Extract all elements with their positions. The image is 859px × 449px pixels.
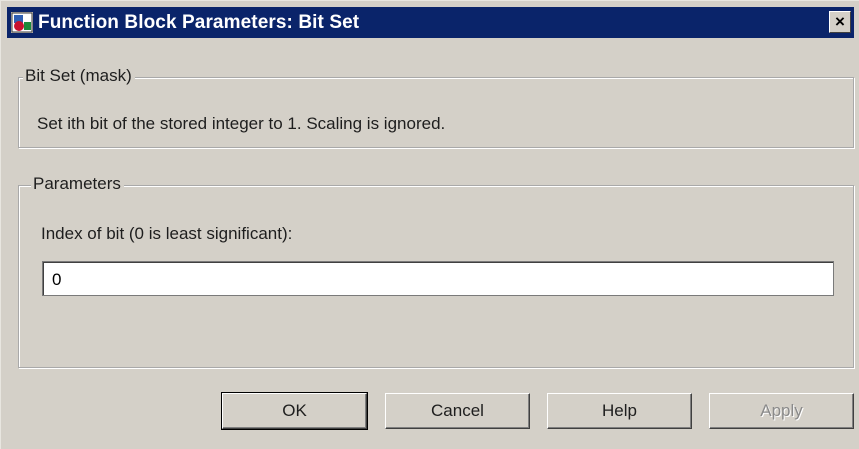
title-bar[interactable]: Function Block Parameters: Bit Set × bbox=[7, 7, 854, 38]
index-of-bit-input[interactable] bbox=[42, 261, 834, 296]
mask-group bbox=[18, 77, 854, 148]
mask-description: Set ith bit of the stored integer to 1. … bbox=[37, 114, 446, 133]
window-title: Function Block Parameters: Bit Set bbox=[38, 12, 360, 33]
ok-button[interactable]: OK bbox=[221, 392, 368, 430]
apply-button[interactable]: Apply bbox=[709, 393, 854, 429]
close-button[interactable]: × bbox=[829, 11, 851, 33]
close-icon: × bbox=[835, 12, 845, 31]
cancel-button[interactable]: Cancel bbox=[385, 393, 530, 429]
dialog-window: Function Block Parameters: Bit Set × Bit… bbox=[0, 0, 859, 449]
simulink-block-icon bbox=[11, 12, 33, 33]
help-button[interactable]: Help bbox=[547, 393, 692, 429]
parameters-group-legend: Parameters bbox=[31, 174, 124, 194]
index-of-bit-label: Index of bit (0 is least significant): bbox=[41, 224, 293, 243]
mask-group-legend: Bit Set (mask) bbox=[23, 66, 135, 86]
